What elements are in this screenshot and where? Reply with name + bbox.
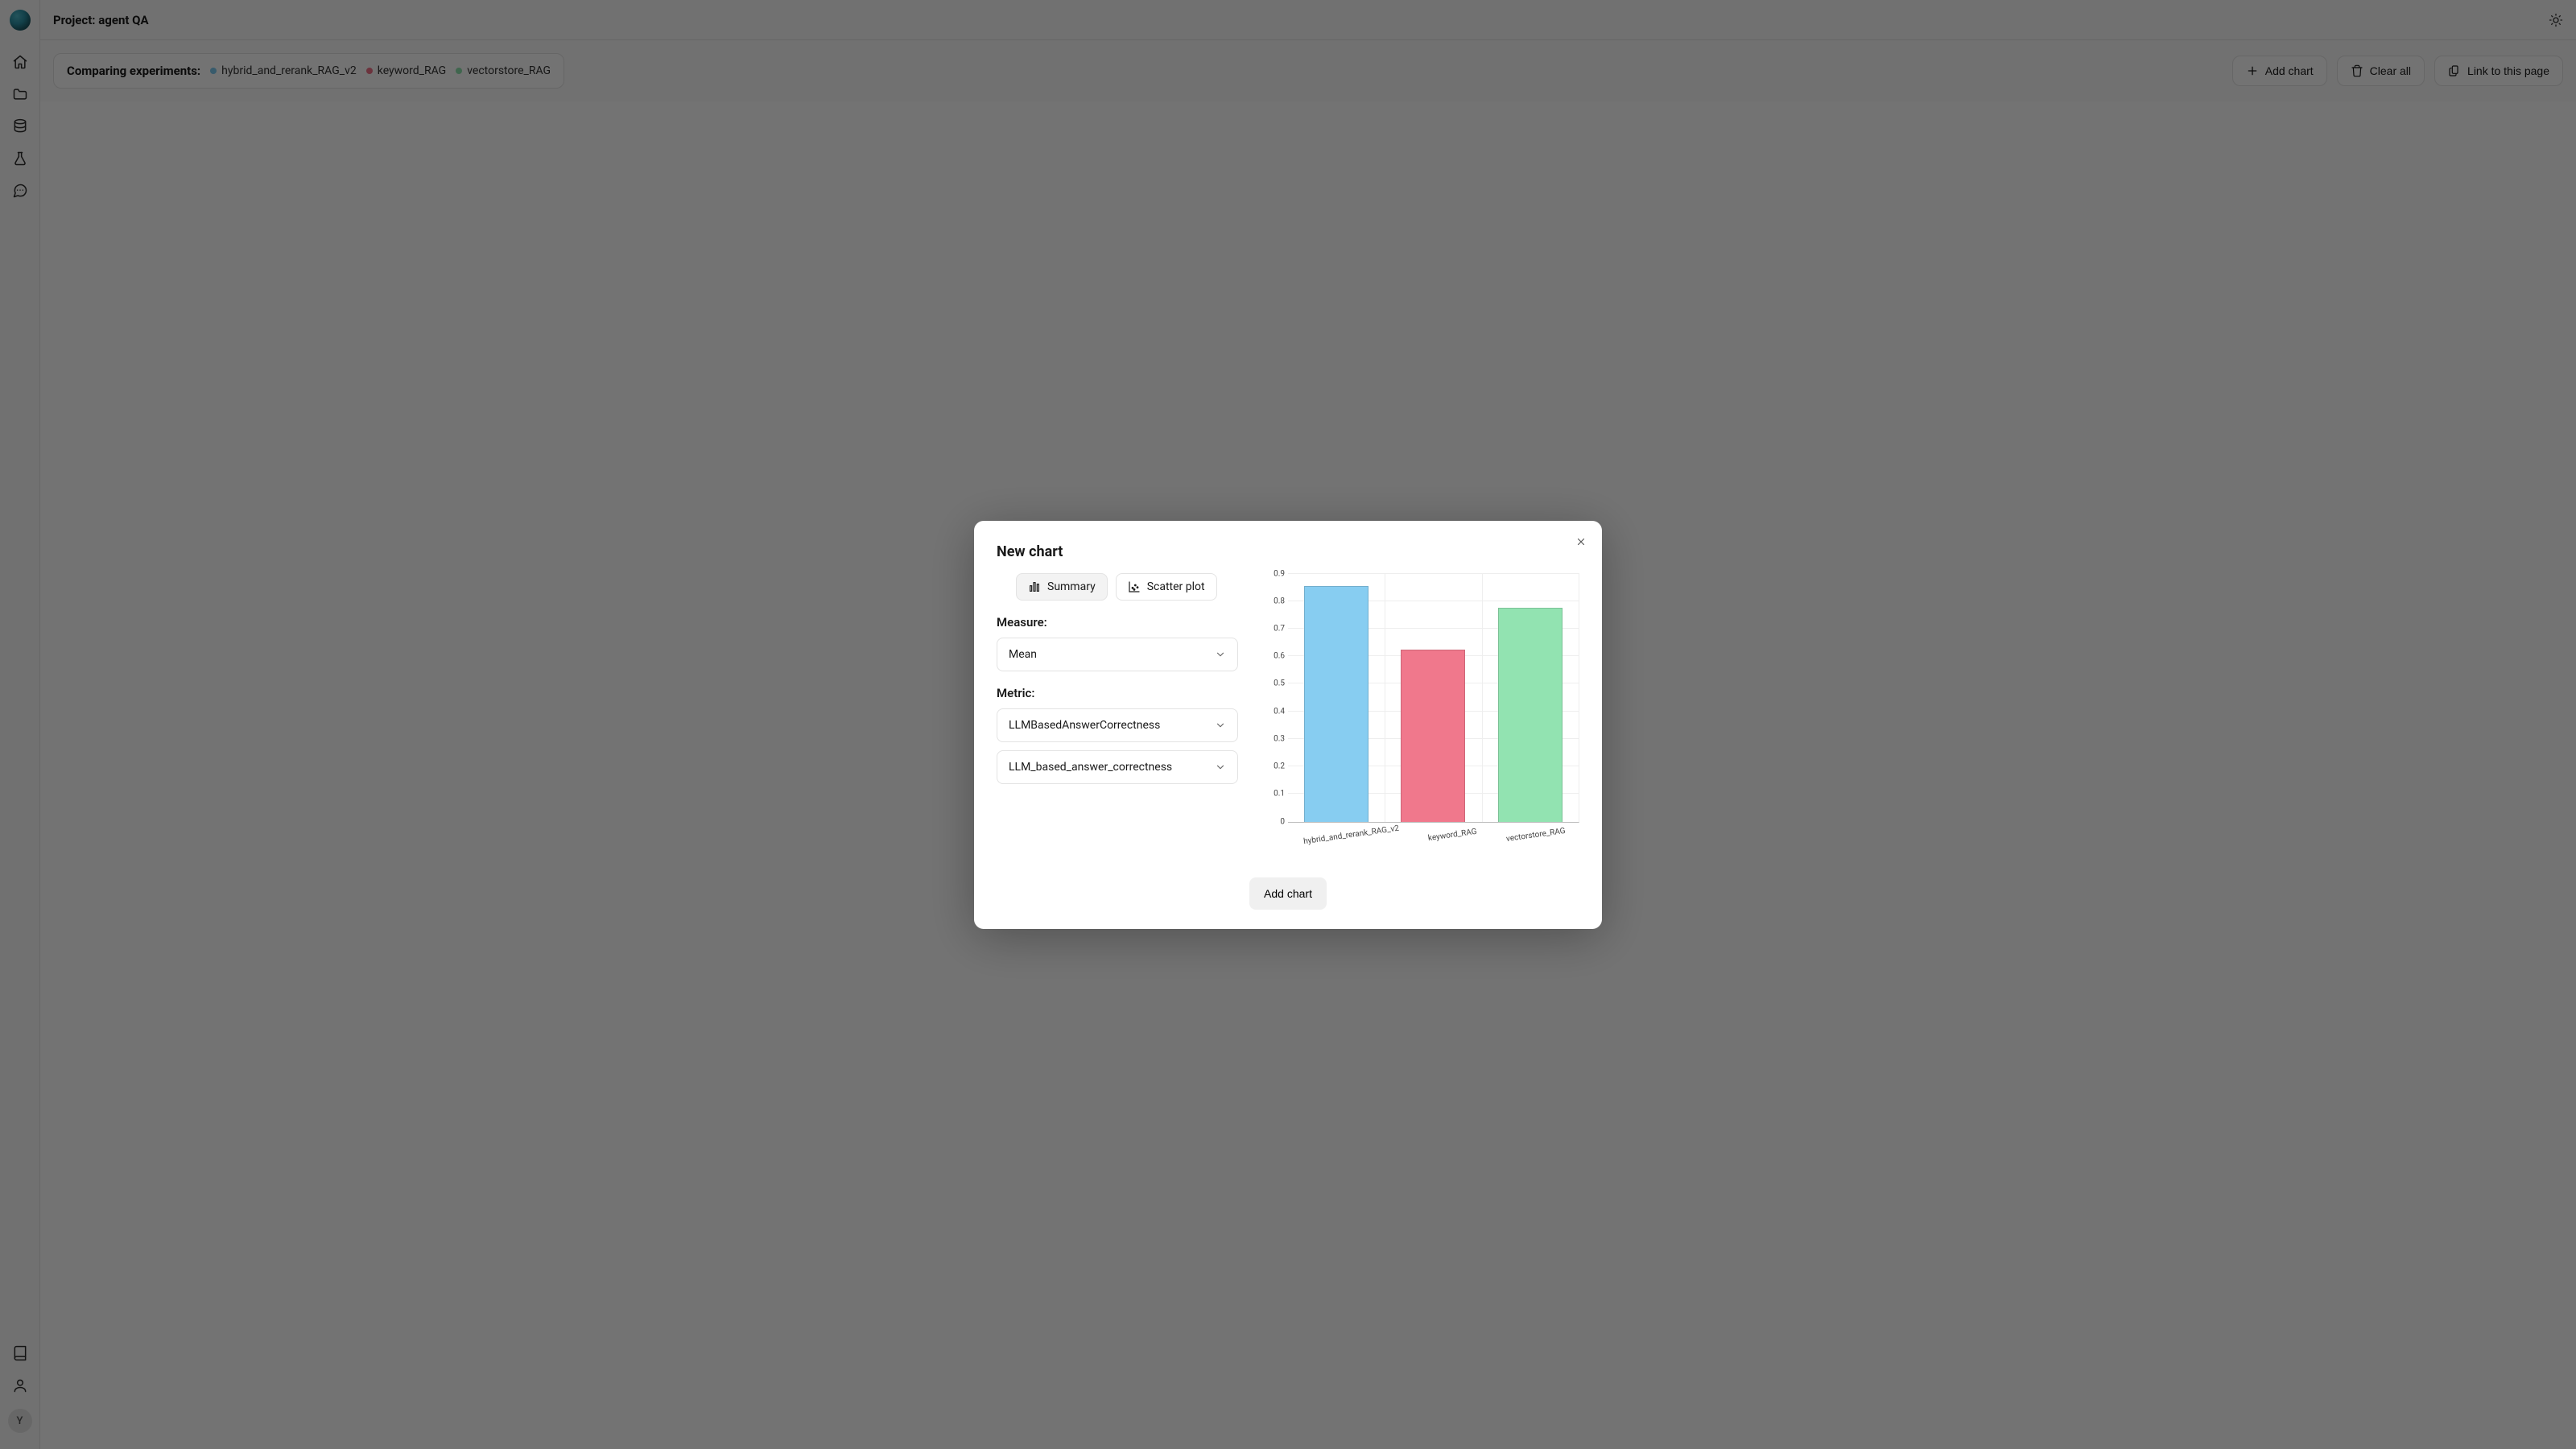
chart-y-tick: 0.6 xyxy=(1264,652,1285,661)
chart-bar-inner xyxy=(1498,608,1563,821)
chart-bar xyxy=(1304,586,1368,822)
chevron-down-icon xyxy=(1215,762,1226,773)
select-value: LLMBasedAnswerCorrectness xyxy=(1009,719,1160,732)
chart-y-tick: 0.9 xyxy=(1264,569,1285,578)
chart-plot: 00.10.20.30.40.50.60.70.80.9 xyxy=(1288,573,1579,823)
chevron-down-icon xyxy=(1215,720,1226,731)
chevron-down-icon xyxy=(1215,649,1226,660)
chart-y-tick: 0.1 xyxy=(1264,790,1285,799)
chart-y-tick: 0.5 xyxy=(1264,679,1285,688)
chart-bar-inner xyxy=(1401,650,1465,822)
tab-label: Scatter plot xyxy=(1147,580,1205,593)
close-icon[interactable] xyxy=(1573,534,1589,550)
tab-label: Summary xyxy=(1047,580,1096,593)
chart-y-tick: 0.3 xyxy=(1264,734,1285,743)
select-value: LLM_based_answer_correctness xyxy=(1009,761,1172,774)
chart-x-label: hybrid_and_rerank_RAG_v2 xyxy=(1302,824,1402,861)
chart-x-label: vectorstore_RAG xyxy=(1505,826,1568,858)
modal-footer: Add chart xyxy=(997,877,1579,910)
metric-label: Metric: xyxy=(997,686,1238,700)
chart-y-tick: 0 xyxy=(1264,817,1285,826)
new-chart-modal: New chart Summary Scatter plot Measure: xyxy=(974,521,1602,929)
metric-select-1[interactable]: LLMBasedAnswerCorrectness xyxy=(997,708,1238,742)
modal-title: New chart xyxy=(997,543,1579,560)
chart-bar xyxy=(1401,650,1465,822)
chart-y-tick: 0.7 xyxy=(1264,624,1285,633)
chart-x-label: keyword_RAG xyxy=(1428,827,1480,857)
select-value: Mean xyxy=(1009,648,1037,661)
modal-right: 00.10.20.30.40.50.60.70.80.9 hybrid_and_… xyxy=(1264,573,1579,855)
chart-x-labels: hybrid_and_rerank_RAG_v2keyword_RAGvecto… xyxy=(1288,823,1579,855)
chart-wrap: 00.10.20.30.40.50.60.70.80.9 xyxy=(1264,573,1579,823)
measure-select[interactable]: Mean xyxy=(997,638,1238,671)
chart-bar-inner xyxy=(1304,586,1368,822)
add-chart-confirm-button[interactable]: Add chart xyxy=(1249,877,1327,910)
modal-overlay[interactable]: New chart Summary Scatter plot Measure: xyxy=(0,0,2576,1449)
chart-y-tick: 0.8 xyxy=(1264,597,1285,605)
metric-select-2[interactable]: LLM_based_answer_correctness xyxy=(997,750,1238,784)
chart-y-tick: 0.4 xyxy=(1264,707,1285,716)
tab-summary[interactable]: Summary xyxy=(1016,573,1108,601)
chart-y-tick: 0.2 xyxy=(1264,762,1285,771)
chart-type-tabs: Summary Scatter plot xyxy=(1016,573,1238,601)
modal-left: Summary Scatter plot Measure: Mean Metri… xyxy=(997,573,1238,855)
tab-scatter[interactable]: Scatter plot xyxy=(1116,573,1217,601)
modal-body: Summary Scatter plot Measure: Mean Metri… xyxy=(997,573,1579,855)
measure-label: Measure: xyxy=(997,615,1238,630)
chart-bar xyxy=(1498,608,1563,821)
chart-vline xyxy=(1482,574,1483,822)
